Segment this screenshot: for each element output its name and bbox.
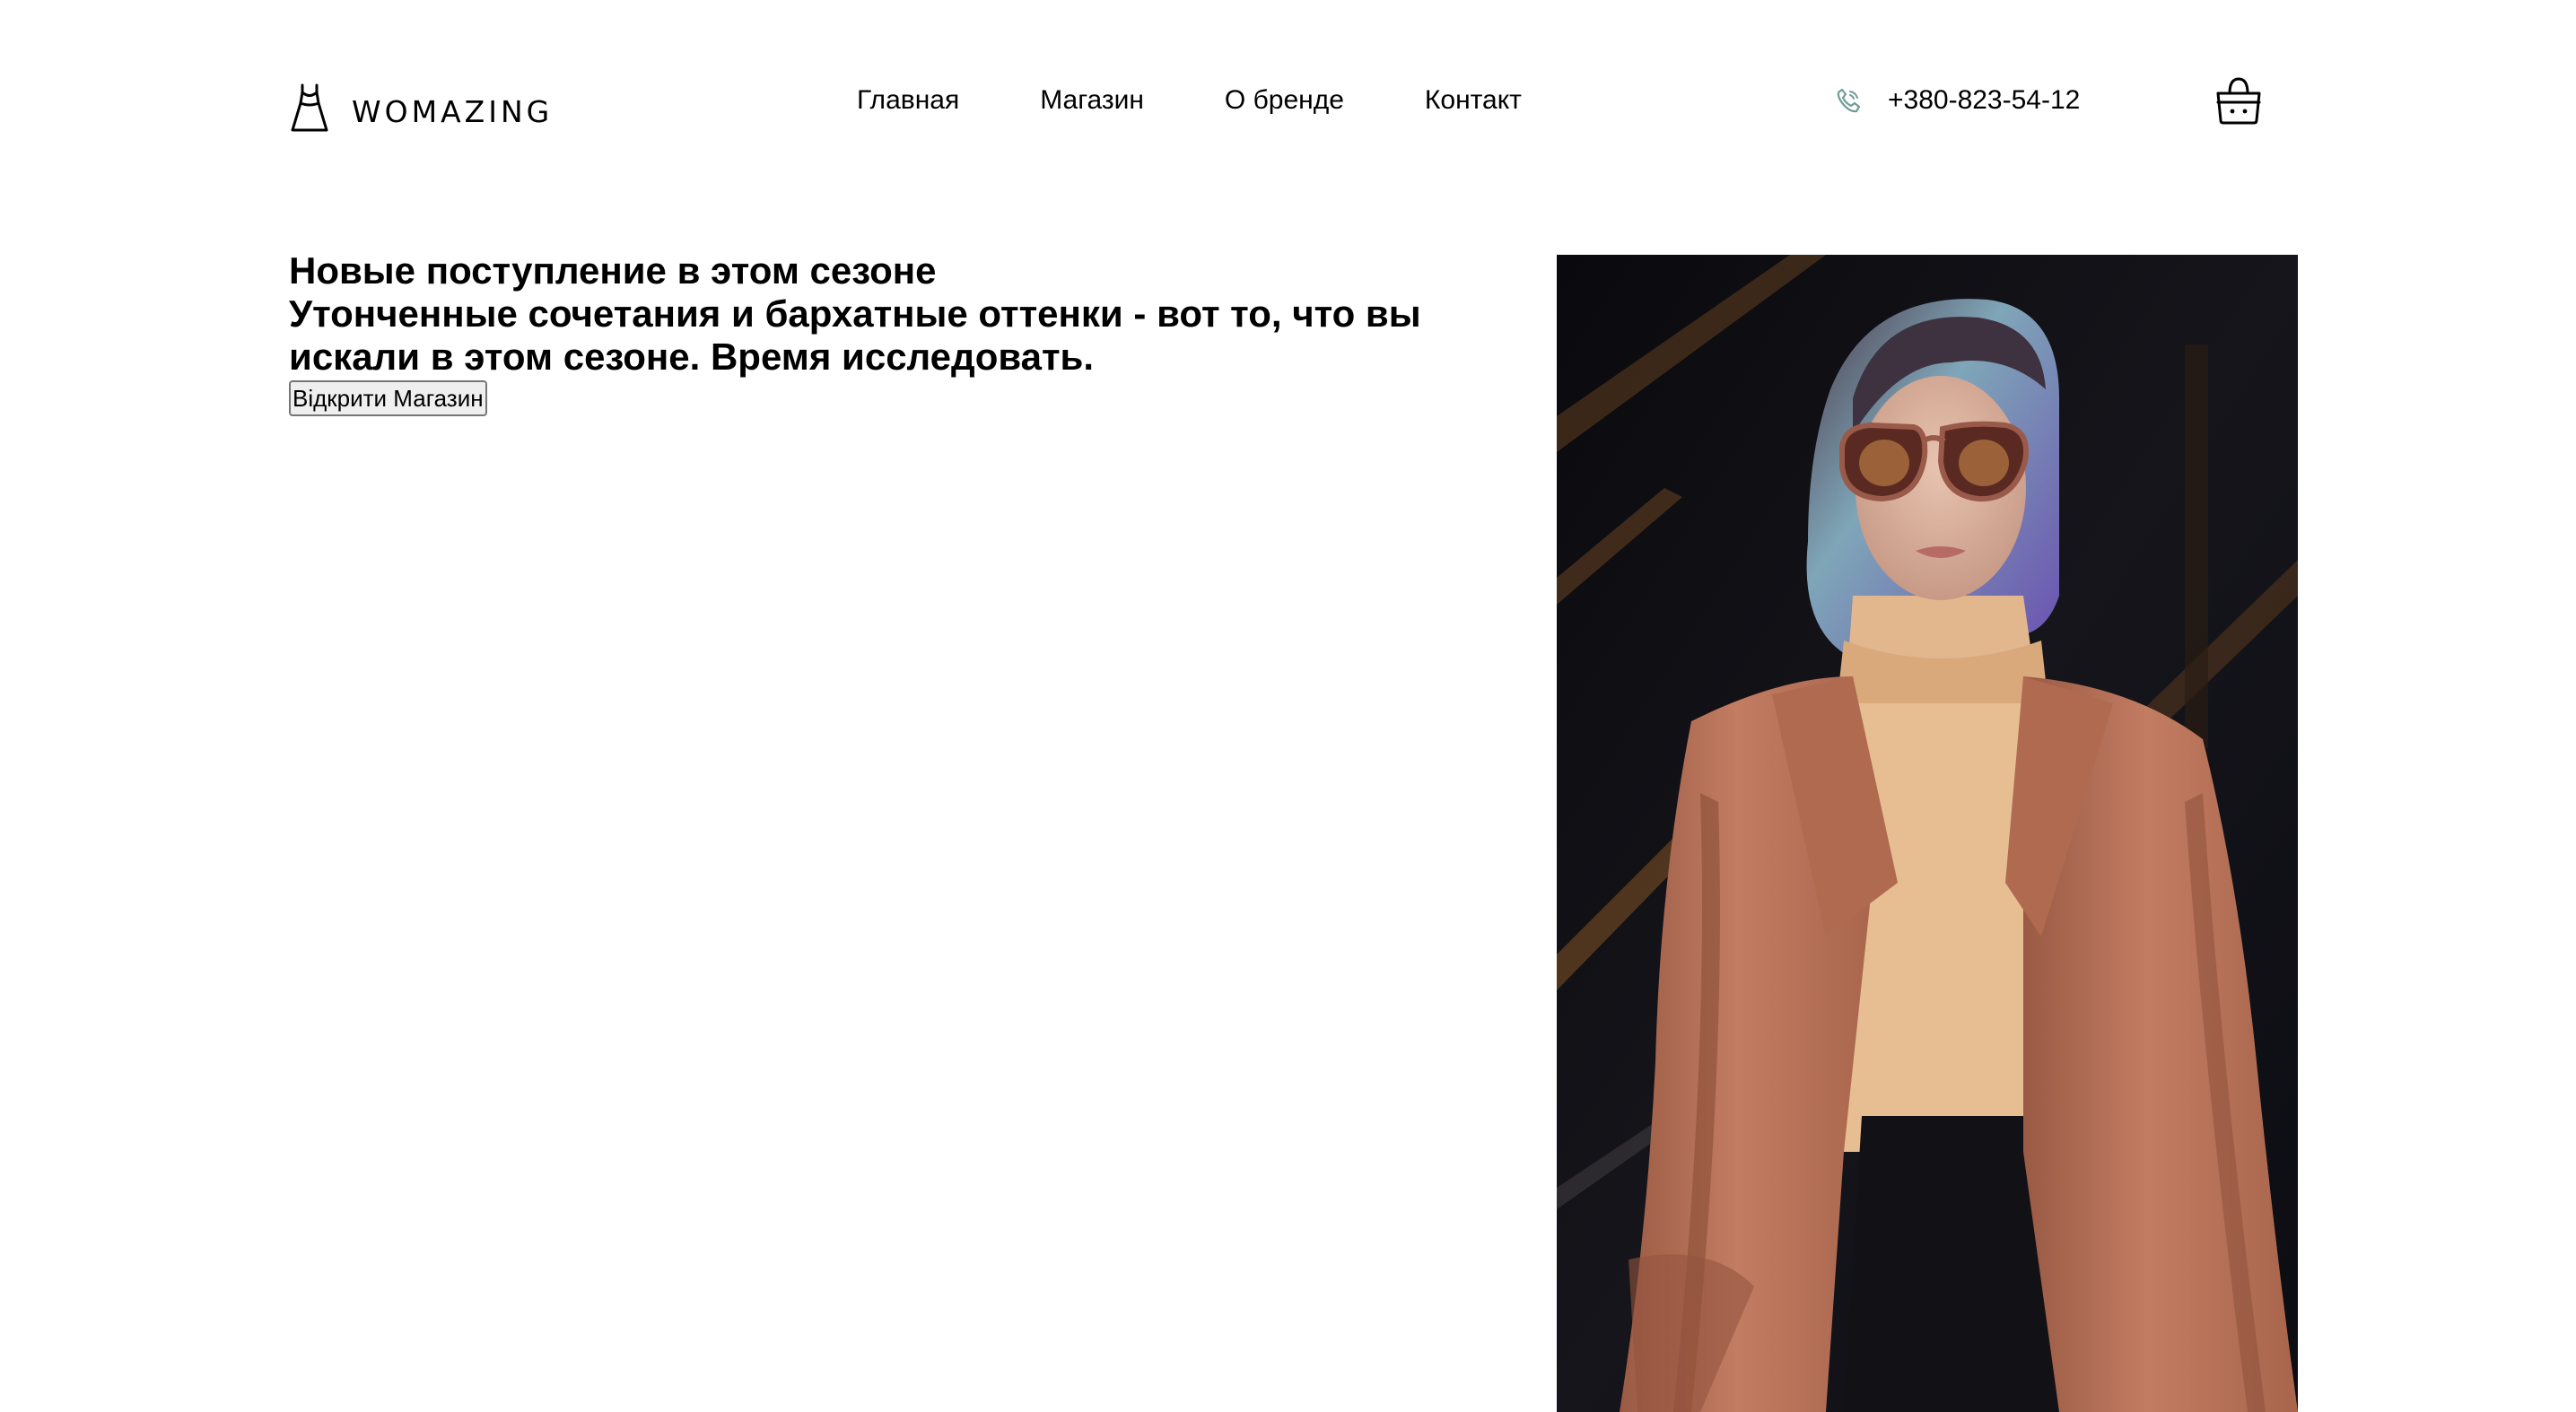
hero-subtitle: Утонченные сочетания и бархатные оттенки… xyxy=(289,292,1421,378)
logo[interactable]: WOMAZING xyxy=(289,81,553,135)
woman-in-coat-photo xyxy=(1557,255,2298,1412)
hero-image xyxy=(1557,255,2298,1412)
hero-section: Новые поступление в этом сезоне Утонченн… xyxy=(289,249,1473,416)
nav-item-shop[interactable]: Магазин xyxy=(1040,83,1144,118)
shopping-basket-icon[interactable] xyxy=(2214,75,2263,126)
main-nav: Главная Магазин О бренде Контакт xyxy=(857,83,1522,118)
phone-number: +380-823-54-12 xyxy=(1888,85,2081,115)
page: WOMAZING Главная Магазин О бренде Контак… xyxy=(0,0,2576,1412)
nav-item-contact[interactable]: Контакт xyxy=(1425,83,1522,118)
dress-icon xyxy=(291,83,328,132)
hero-title: Новые поступление в этом сезоне xyxy=(289,249,937,292)
open-shop-button[interactable]: Відкрити Магазин xyxy=(289,380,487,416)
phone-icon xyxy=(1837,88,1861,113)
site-header: WOMAZING Главная Магазин О бренде Контак… xyxy=(0,0,2576,206)
nav-item-home[interactable]: Главная xyxy=(857,83,959,118)
logo-text: WOMAZING xyxy=(352,93,554,129)
nav-item-about[interactable]: О бренде xyxy=(1225,83,1344,118)
phone-link[interactable]: +380-823-54-12 xyxy=(1834,83,2080,118)
